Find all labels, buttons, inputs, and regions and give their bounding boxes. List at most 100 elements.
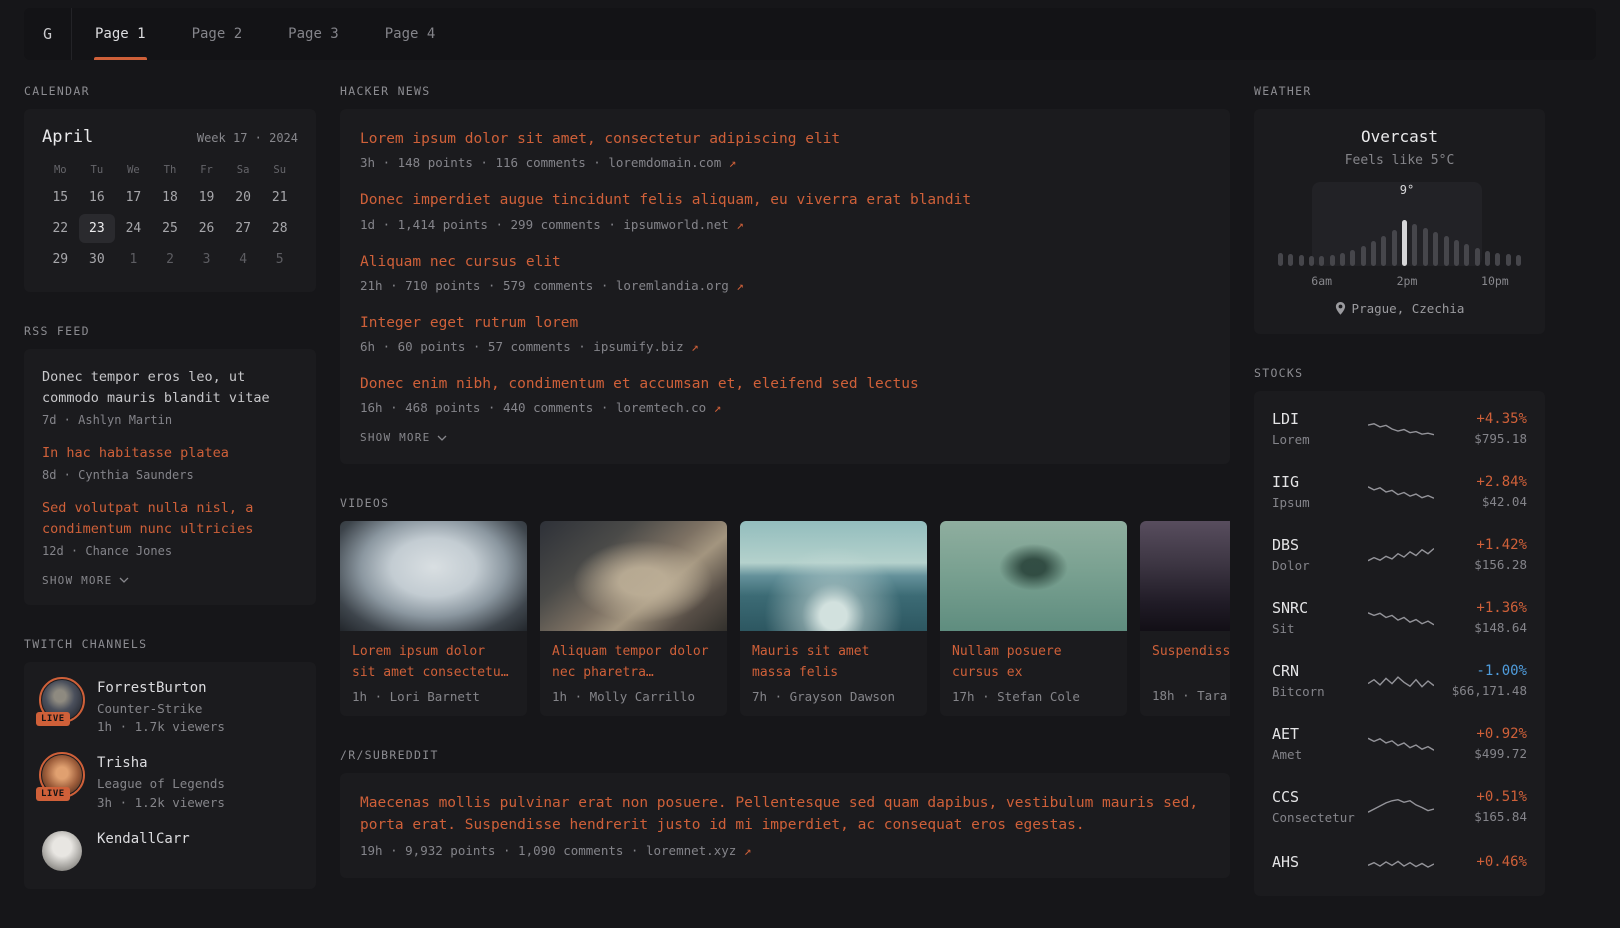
stock-row[interactable]: AHS +0.46% [1272, 838, 1527, 890]
video-thumbnail [1140, 521, 1230, 631]
calendar-date: 26 [188, 214, 225, 243]
stock-name: Bitcorn [1272, 684, 1368, 699]
tab-page-3[interactable]: Page 3 [265, 8, 362, 60]
subreddit-card: Maecenas mollis pulvinar erat non posuer… [340, 773, 1230, 879]
stock-name: Consectetur [1272, 810, 1368, 825]
hackernews-widget-title: HACKER NEWS [340, 84, 1230, 98]
hn-item-meta-text: 16h · 468 points · 440 comments · loremt… [360, 400, 706, 415]
stock-price: $795.18 [1435, 431, 1527, 446]
video-meta: 18h · Tara [1152, 688, 1230, 703]
video-card[interactable]: Aliquam tempor dolor nec pharetra… 1h · … [540, 521, 727, 715]
hn-item-meta-text: 3h · 148 points · 116 comments · loremdo… [360, 155, 721, 170]
video-card[interactable]: Suspendisse diam 18h · Tara [1140, 521, 1230, 715]
hn-item-title[interactable]: Lorem ipsum dolor sit amet, consectetur … [360, 129, 1210, 149]
hn-item-title[interactable]: Integer eget rutrum lorem [360, 313, 1210, 333]
stock-sparkline [1368, 851, 1434, 877]
rss-item-title[interactable]: Donec tempor eros leo, ut commodo mauris… [42, 367, 298, 409]
stock-name: Amet [1272, 747, 1368, 762]
subreddit-post: Maecenas mollis pulvinar erat non posuer… [360, 793, 1210, 859]
weather-bar [1485, 251, 1490, 266]
calendar-widget-title: CALENDAR [24, 84, 316, 98]
tab-page-4[interactable]: Page 4 [362, 8, 459, 60]
stock-row[interactable]: CCS Consectetur +0.51% $165.84 [1272, 775, 1527, 838]
calendar-date: 17 [115, 183, 152, 212]
tab-page-2[interactable]: Page 2 [169, 8, 266, 60]
rss-show-more-button[interactable]: SHOW MORE [42, 574, 298, 587]
stock-symbol: CCS [1272, 788, 1368, 806]
weather-widget-title: WEATHER [1254, 84, 1545, 98]
hn-item: Donec enim nibh, condimentum et accumsan… [360, 374, 1210, 415]
stock-sparkline [1368, 542, 1434, 568]
stock-price: $66,171.48 [1435, 683, 1527, 698]
stock-row[interactable]: SNRC Sit +1.36% $148.64 [1272, 586, 1527, 649]
external-link-icon[interactable]: ↗ [744, 843, 752, 858]
rss-item-meta: 7d · Ashlyn Martin [42, 413, 298, 427]
video-thumbnail [340, 521, 527, 631]
external-link-icon[interactable]: ↗ [736, 278, 744, 293]
stock-row[interactable]: IIG Ipsum +2.84% $42.04 [1272, 460, 1527, 523]
tab-page-1[interactable]: Page 1 [72, 8, 169, 60]
weather-bar [1464, 244, 1469, 266]
weather-time-labels: 6am 2pm 10pm [1274, 274, 1525, 288]
calendar-date: 15 [42, 183, 79, 212]
twitch-channel-row[interactable]: LIVE ForrestBurton Counter-Strike 1h · 1… [42, 680, 298, 738]
channel-name: KendallCarr [97, 831, 190, 847]
hn-item-meta: 1d · 1,414 points · 299 comments · ipsum… [360, 217, 1210, 232]
rss-item: Donec tempor eros leo, ut commodo mauris… [42, 367, 298, 427]
stock-symbol: AHS [1272, 853, 1368, 871]
hn-item-title[interactable]: Donec enim nibh, condimentum et accumsan… [360, 374, 1210, 394]
subreddit-post-title[interactable]: Maecenas mollis pulvinar erat non posuer… [360, 793, 1210, 837]
stock-symbol: DBS [1272, 536, 1368, 554]
rss-item-title[interactable]: In hac habitasse platea [42, 443, 298, 464]
stock-row[interactable]: AET Amet +0.92% $499.72 [1272, 712, 1527, 775]
hn-item-title[interactable]: Donec imperdiet augue tincidunt felis al… [360, 190, 1210, 210]
videos-widget-title: VIDEOS [340, 496, 1230, 510]
show-more-label: SHOW MORE [42, 574, 112, 587]
stock-name: Lorem [1272, 432, 1368, 447]
weather-bar [1299, 255, 1304, 266]
hackernews-card: Lorem ipsum dolor sit amet, consectetur … [340, 109, 1230, 464]
subreddit-post-meta: 19h · 9,932 points · 1,090 comments · lo… [360, 843, 1210, 858]
stock-row[interactable]: CRN Bitcorn -1.00% $66,171.48 [1272, 649, 1527, 712]
calendar-date: 28 [261, 214, 298, 243]
twitch-channel-row[interactable]: LIVE Trisha League of Legends 3h · 1.2k … [42, 755, 298, 813]
calendar-date: 30 [79, 245, 116, 274]
hn-item: Aliquam nec cursus elit 21h · 710 points… [360, 252, 1210, 293]
weather-bar [1319, 256, 1324, 266]
calendar-grid: Mo Tu We Th Fr Sa Su 15 16 17 18 19 20 2… [42, 159, 298, 274]
external-link-icon[interactable]: ↗ [729, 155, 737, 170]
video-card[interactable]: Lorem ipsum dolor sit amet consectetu… 1… [340, 521, 527, 715]
stock-row[interactable]: LDI Lorem +4.35% $795.18 [1272, 397, 1527, 460]
hackernews-show-more-button[interactable]: SHOW MORE [360, 431, 1210, 444]
video-meta: 1h · Molly Carrillo [552, 689, 715, 704]
weather-bar [1495, 253, 1500, 266]
video-card[interactable]: Nullam posuere cursus ex 17h · Stefan Co… [940, 521, 1127, 715]
stock-price: $42.04 [1435, 494, 1527, 509]
rss-item-title[interactable]: Sed volutpat nulla nisl, a condimentum n… [42, 498, 298, 540]
stock-sparkline [1368, 794, 1434, 820]
stock-change: +0.51% [1435, 789, 1527, 805]
stock-price: $148.64 [1435, 620, 1527, 635]
hn-item: Lorem ipsum dolor sit amet, consectetur … [360, 129, 1210, 170]
external-link-icon[interactable]: ↗ [714, 400, 722, 415]
live-badge: LIVE [36, 787, 70, 801]
video-title: Lorem ipsum dolor sit amet consectetu… [352, 642, 515, 682]
stock-row[interactable]: DBS Dolor +1.42% $156.28 [1272, 523, 1527, 586]
video-title: Nullam posuere cursus ex [952, 642, 1115, 682]
stocks-widget-title: STOCKS [1254, 366, 1545, 380]
stock-change: +4.35% [1435, 411, 1527, 427]
stock-sparkline [1368, 668, 1434, 694]
channel-name: ForrestBurton [97, 680, 225, 696]
weather-bar [1444, 236, 1449, 266]
hn-item-title[interactable]: Aliquam nec cursus elit [360, 252, 1210, 272]
hn-item: Donec imperdiet augue tincidunt felis al… [360, 190, 1210, 231]
video-card[interactable]: Mauris sit amet massa felis 7h · Grayson… [740, 521, 927, 715]
app-logo[interactable]: G [24, 8, 72, 60]
external-link-icon[interactable]: ↗ [736, 217, 744, 232]
stock-change: +2.84% [1435, 474, 1527, 490]
weather-location-text: Prague, Czechia [1352, 301, 1465, 316]
weather-bar [1475, 248, 1480, 266]
video-thumbnail [940, 521, 1127, 631]
external-link-icon[interactable]: ↗ [691, 339, 699, 354]
twitch-channel-row[interactable]: KendallCarr [42, 831, 298, 871]
